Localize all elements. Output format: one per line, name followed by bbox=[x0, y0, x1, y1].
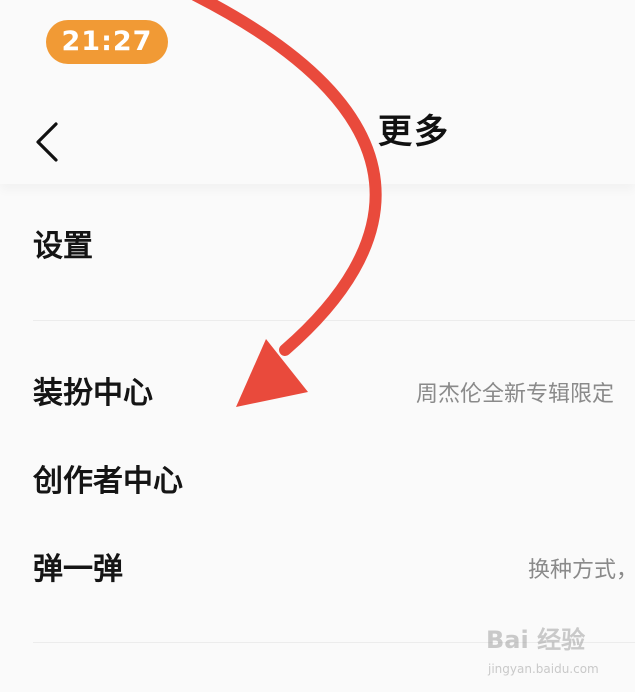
menu-item-label: 弹一弹 bbox=[33, 552, 123, 587]
menu-item-label: 装扮中心 bbox=[33, 376, 153, 411]
page-title: 更多 bbox=[378, 112, 450, 152]
baidu-jingyan-watermark: Bai 经验 jingyan.baidu.com bbox=[486, 620, 626, 682]
menu-item-dress-center[interactable]: 装扮中心 周杰伦全新专辑限定 bbox=[33, 358, 635, 434]
nav-header: 更多 bbox=[0, 80, 635, 184]
status-time-pill: 21:27 bbox=[46, 20, 168, 64]
back-button[interactable] bbox=[24, 116, 74, 172]
menu-item-value: 换种方式， bbox=[528, 558, 635, 583]
chevron-left-icon bbox=[36, 122, 58, 162]
watermark-url: jingyan.baidu.com bbox=[488, 662, 599, 676]
menu-item-bounce[interactable]: 弹一弹 换种方式， bbox=[33, 534, 635, 610]
menu-item-creator-center[interactable]: 创作者中心 bbox=[33, 446, 635, 522]
menu-item-value: 周杰伦全新专辑限定 bbox=[416, 382, 615, 407]
menu-item-label: 创作者中心 bbox=[33, 464, 183, 499]
section-divider bbox=[33, 320, 635, 321]
watermark-brand: Bai 经验 bbox=[486, 626, 586, 654]
menu-item-settings[interactable]: 设置 bbox=[33, 210, 635, 286]
menu-item-label: 设置 bbox=[33, 229, 93, 264]
